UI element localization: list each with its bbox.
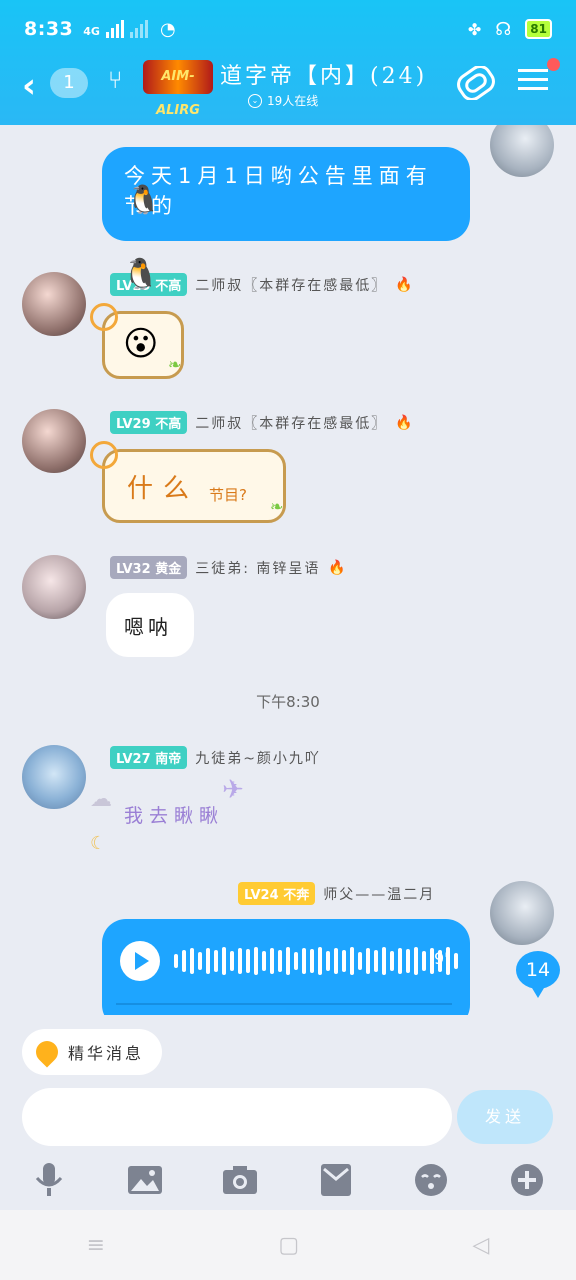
penguin-plane-icon: 🐧 [122, 257, 160, 292]
avatar[interactable] [490, 125, 554, 177]
group-logo: AIM-ALIRG [143, 60, 213, 118]
avatar[interactable] [22, 409, 86, 473]
fire-icon: 🔥 [395, 414, 413, 431]
wifi-icon: ◔ [159, 18, 176, 40]
message-bubble-text[interactable]: 嗯呐 [106, 593, 194, 657]
back-icon[interactable]: ‹ [22, 66, 36, 106]
image-icon[interactable] [124, 1159, 166, 1201]
sender-name[interactable]: 二师叔〖本群存在感最低〗 [195, 413, 387, 433]
drop-icon [31, 1036, 63, 1068]
ear-icon[interactable]: ⑂ [108, 66, 122, 94]
notification-dot [547, 58, 560, 71]
message-bubble-deco[interactable]: ☁ ☾ ✈ 我去瞅瞅 [90, 775, 270, 857]
sender-name[interactable]: 三徒弟: 南锌呈语 [195, 558, 320, 578]
level-badge: LV27 南帝 [110, 746, 188, 769]
message-meta: LV24 不奔 师父——温二月 [238, 882, 435, 905]
play-icon[interactable] [120, 941, 160, 981]
signal-icon [105, 20, 124, 38]
signal-2-icon [129, 20, 148, 38]
plus-icon[interactable] [506, 1159, 548, 1201]
message-meta: LV27 南帝 九徒弟~颜小九吖 [110, 746, 321, 769]
status-time: 8:33 [24, 18, 74, 40]
network-type: 4G [83, 25, 100, 38]
sun-icon [90, 441, 118, 469]
avatar[interactable] [22, 555, 86, 619]
sender-name[interactable]: 九徒弟~颜小九吖 [195, 748, 321, 768]
chevron-down-icon: ⌄ [248, 93, 262, 108]
message-meta: LV29 不高 二师叔〖本群存在感最低〗 🔥 [110, 411, 413, 434]
message-bubble-text[interactable]: 什么 节目? [102, 449, 286, 523]
group-title[interactable]: 道字帝【内】(24) [220, 58, 427, 90]
online-count: 19人在线 [267, 94, 319, 108]
avatar[interactable] [22, 272, 86, 336]
message-input[interactable] [22, 1088, 452, 1146]
level-badge: LV32 黄金 [110, 556, 188, 579]
message-meta: LV32 黄金 三徒弟: 南锌呈语 🔥 [110, 556, 346, 579]
sender-name[interactable]: 师父——温二月 [323, 884, 435, 904]
red-packet-icon[interactable] [315, 1159, 357, 1201]
cloud-icon: ☁ [90, 787, 112, 812]
menu-icon[interactable] [518, 66, 548, 101]
emoji-face-icon: 😮 [123, 324, 159, 364]
app-header: 8:33 4G ◔ ✤ ☊ 81 ‹ 1 ⑂ AIM-ALIRG 道字帝【内】(… [0, 0, 576, 125]
emoji-icon[interactable] [410, 1159, 452, 1201]
moon-icon: ☾ [90, 833, 107, 854]
microphone-icon[interactable] [28, 1159, 70, 1201]
paper-plane-icon: ✈ [222, 775, 244, 805]
essence-messages-button[interactable]: 精华消息 [22, 1029, 163, 1075]
camera-icon[interactable] [219, 1159, 261, 1201]
headphones-icon: ☊ [495, 18, 512, 40]
level-badge: LV29 不高 [110, 411, 188, 434]
voice-duration: 9" [434, 949, 452, 968]
vibrate-icon: ✤ [467, 19, 482, 39]
recent-apps-icon[interactable]: ≡ [87, 1233, 105, 1258]
voice-message-bubble[interactable]: 9" [102, 919, 470, 1015]
chat-navbar: ‹ 1 ⑂ AIM-ALIRG 道字帝【内】(24) ⌄ 19人在线 [0, 58, 576, 118]
divider [116, 1003, 452, 1005]
battery-icon: 81 [525, 19, 552, 39]
level-badge: LV24 不奔 [238, 882, 316, 905]
input-toolbar [0, 1155, 576, 1205]
signal-indicators: 4G [83, 20, 148, 38]
home-icon[interactable]: ▢ [278, 1233, 299, 1258]
avatar[interactable] [22, 745, 86, 809]
unread-count-badge[interactable]: 14 [516, 951, 560, 998]
waveform [174, 945, 458, 977]
leaf-icon: ❧ [270, 497, 284, 516]
chat-area[interactable]: 今天1月1日哟公告里面有节的 🐧 LV29 不高 二师叔〖本群存在感最低〗 🔥 … [0, 125, 576, 1015]
online-status[interactable]: ⌄ 19人在线 [248, 92, 318, 109]
sender-name[interactable]: 二师叔〖本群存在感最低〗 [195, 275, 387, 295]
timestamp-separator: 下午8:30 [256, 693, 320, 711]
link-icon[interactable] [456, 65, 496, 108]
fire-icon: 🔥 [395, 276, 413, 293]
system-navigation-bar: ≡ ▢ ◁ [0, 1210, 576, 1280]
back-nav-icon[interactable]: ◁ [472, 1233, 489, 1258]
penguin-icon: 🐧 [126, 183, 161, 216]
sun-icon [90, 303, 118, 331]
send-button[interactable]: 发送 [457, 1090, 553, 1144]
avatar[interactable] [490, 881, 554, 945]
back-unread-count[interactable]: 1 [50, 68, 88, 98]
status-bar: 8:33 4G ◔ ✤ ☊ 81 [24, 14, 552, 44]
input-panel: 精华消息 发送 [0, 1015, 576, 1210]
campfire-icon: 🔥 [328, 559, 346, 576]
leaf-icon: ❧ [168, 355, 182, 374]
